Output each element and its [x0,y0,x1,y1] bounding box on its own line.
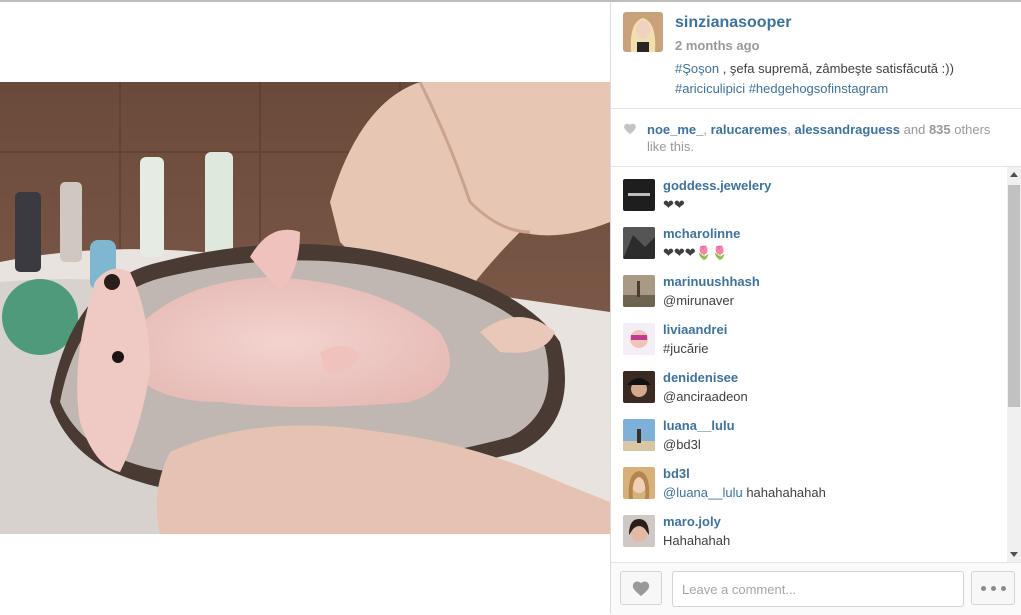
comment-mention[interactable]: @bd3l [663,437,701,452]
owner-username[interactable]: sinzianasooper [675,14,791,32]
comment-item: goddess.jewelery ❤❤ [611,167,1007,213]
dot-icon [981,586,986,591]
commenter-avatar[interactable] [623,419,655,451]
commenter-avatar[interactable] [623,371,655,403]
comment-item: mcharolinne ❤❤❤🌷🌷 [611,215,1007,261]
post-header: sinzianasooper 2 months ago #Şoşon , şef… [611,2,1021,109]
comments-scrollbar[interactable] [1007,167,1021,562]
post-sidebar: sinzianasooper 2 months ago #Şoşon , şef… [610,2,1021,615]
commenter-username[interactable]: liviaandrei [663,322,727,337]
more-options-button[interactable] [971,571,1015,605]
comment-item: liviaandrei #jucărie [611,311,1007,357]
scrollbar-thumb[interactable] [1008,185,1020,407]
commenter-avatar[interactable] [623,179,655,211]
like-button[interactable] [620,571,662,605]
comment-footer [611,562,1021,615]
likes-summary: noe_me_, ralucaremes, alessandraguess an… [647,122,991,154]
dot-icon [1001,586,1006,591]
caption-text: , şefa supremă, zâmbeşte satisfăcută :)) [719,61,954,76]
commenter-username[interactable]: mcharolinne [663,226,740,241]
commenter-username[interactable]: denidenisee [663,370,738,385]
dot-icon [991,586,996,591]
commenter-username[interactable]: luana__lulu [663,418,735,433]
comment-hashtag[interactable]: #jucărie [663,341,709,356]
commenter-username[interactable]: goddess.jewelery [663,178,771,193]
comment-item: luana__lulu @bd3l [611,407,1007,453]
heart-icon [632,581,650,597]
liker-username[interactable]: noe_me_ [647,122,703,137]
likes-and: and [903,122,926,137]
media-pane [0,2,610,614]
owner-avatar[interactable] [623,12,663,52]
comment-item: denidenisee @anciraadeon [611,359,1007,405]
liker-username[interactable]: alessandraguess [794,122,900,137]
comment-mention[interactable]: @anciraadeon [663,389,748,404]
comment-text: ❤❤ [663,197,685,212]
comment-text: ❤❤❤🌷🌷 [663,245,729,260]
comment-text: @luana__lulu hahahahahah [663,485,826,500]
comment-mention[interactable]: @mirunaver [663,293,734,308]
comment-item: bd3l @luana__lulu hahahahahah [611,455,1007,501]
heart-icon [624,123,636,135]
scroll-up-arrow-icon[interactable] [1007,167,1021,183]
comment-text: Hahahahah [663,533,731,548]
caption-hashtag[interactable]: #ariciculipici [675,81,745,96]
post-caption: #Şoşon , şefa supremă, zâmbeşte satisfăc… [675,59,1005,99]
commenter-username[interactable]: bd3l [663,466,690,481]
commenter-avatar[interactable] [623,467,655,499]
caption-hashtag[interactable]: #hedgehogsofinstagram [749,81,889,96]
likes-count[interactable]: 835 [929,122,951,137]
comment-body: hahahahahah [742,485,826,500]
commenter-avatar[interactable] [623,275,655,307]
liker-username[interactable]: ralucaremes [711,122,788,137]
caption-hashtag[interactable]: #Şoşon [675,61,719,76]
post-timestamp[interactable]: 2 months ago [675,38,760,53]
comments-list: goddess.jewelery ❤❤ mcharolinne ❤❤❤🌷🌷 ma… [611,167,1007,562]
commenter-username[interactable]: maro.joly [663,514,721,529]
commenter-username[interactable]: marinuushhash [663,274,760,289]
commenter-avatar[interactable] [623,515,655,547]
post-photo[interactable] [0,82,610,534]
commenter-avatar[interactable] [623,323,655,355]
comment-item: marinuushhash @mirunaver [611,263,1007,309]
likes-section: noe_me_, ralucaremes, alessandraguess an… [611,108,1021,167]
commenter-avatar[interactable] [623,227,655,259]
comment-mention[interactable]: @luana__lulu [663,485,743,500]
comment-item: maro.joly Hahahahah [611,503,1007,549]
scroll-down-arrow-icon[interactable] [1007,546,1021,562]
comment-input[interactable] [672,571,964,607]
